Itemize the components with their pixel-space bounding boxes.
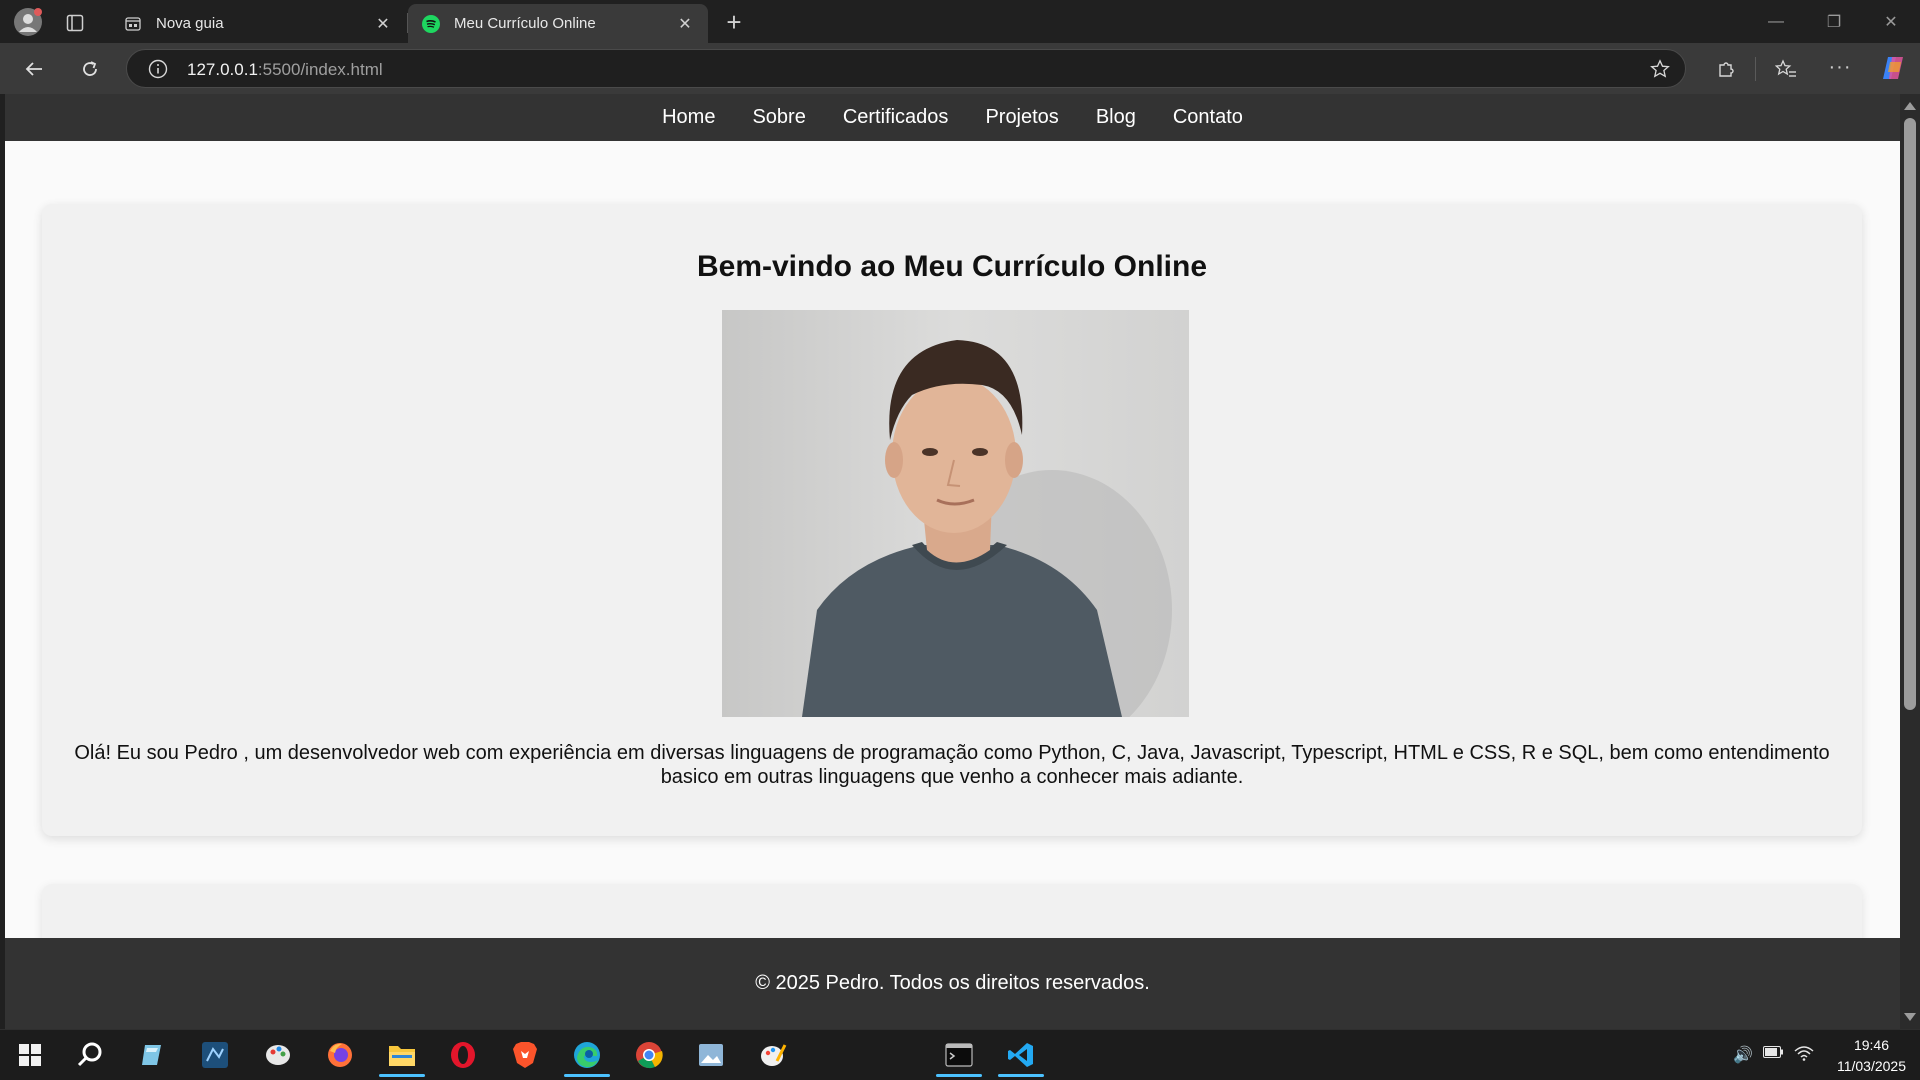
profile-avatar-icon[interactable] (12, 6, 44, 38)
notepad-icon[interactable] (127, 1033, 177, 1077)
edge-icon[interactable] (562, 1033, 612, 1077)
scroll-down-arrow-icon[interactable] (1904, 1013, 1916, 1021)
vscode-icon[interactable] (996, 1033, 1046, 1077)
vertical-tabs-icon[interactable] (62, 10, 88, 36)
nav-link-sobre[interactable]: Sobre (752, 106, 805, 129)
close-window-icon[interactable]: ✕ (1862, 0, 1920, 43)
toolbar-divider (1755, 57, 1756, 81)
favorite-star-icon[interactable] (1649, 58, 1671, 80)
new-tab-plus-icon[interactable]: + (720, 7, 748, 37)
tab-label: Nova guia (156, 15, 224, 32)
windows-taskbar: 🔊 19:46 11/03/2025 (0, 1029, 1920, 1080)
volume-icon[interactable]: 🔊 (1733, 1045, 1753, 1065)
favorites-icon[interactable] (1772, 55, 1800, 83)
url-host: 127.0.0.1 (187, 60, 258, 79)
new-tab-page-icon (124, 15, 142, 33)
battery-icon[interactable] (1763, 1045, 1783, 1063)
close-tab-icon[interactable]: ✕ (674, 13, 696, 35)
brave-icon[interactable] (500, 1033, 550, 1077)
browser-tab-strip: Nova guia ✕ Meu Currículo Online ✕ + — ❐… (0, 0, 1920, 43)
minimize-icon[interactable]: — (1747, 0, 1805, 43)
site-navbar: Home Sobre Certificados Projetos Blog Co… (5, 94, 1900, 141)
clock-time: 19:46 (1853, 1037, 1889, 1053)
site-info-icon[interactable] (147, 58, 169, 80)
start-icon[interactable] (5, 1033, 55, 1077)
scroll-up-arrow-icon[interactable] (1904, 102, 1916, 110)
dev-app-icon[interactable] (190, 1033, 240, 1077)
tab-label: Meu Currículo Online (454, 15, 596, 32)
paint3d-icon[interactable] (748, 1033, 798, 1077)
nav-link-projetos[interactable]: Projetos (985, 106, 1058, 129)
nav-link-home[interactable]: Home (662, 106, 715, 129)
opera-icon[interactable] (438, 1033, 488, 1077)
tab-meu-curriculo[interactable]: Meu Currículo Online ✕ (408, 4, 708, 43)
page-title: Bem-vindo ao Meu Currículo Online (696, 250, 1208, 283)
chrome-icon[interactable] (624, 1033, 674, 1077)
search-icon[interactable] (65, 1033, 115, 1077)
nav-link-certificados[interactable]: Certificados (843, 106, 949, 129)
welcome-section: Bem-vindo ao Meu Currículo Online Olá! E… (42, 204, 1862, 836)
extensions-icon[interactable] (1712, 55, 1740, 83)
terminal-icon[interactable] (934, 1033, 984, 1077)
more-menu-icon[interactable]: ··· (1826, 53, 1854, 81)
image-viewer-icon[interactable] (686, 1033, 736, 1077)
url-path: :5500/index.html (257, 60, 383, 79)
spotify-icon (422, 14, 440, 33)
restore-icon[interactable]: ❐ (1805, 0, 1863, 43)
scrollbar-thumb[interactable] (1904, 118, 1916, 710)
firefox-icon[interactable] (315, 1033, 365, 1077)
copilot-icon[interactable] (1878, 53, 1908, 83)
page-viewport: Home Sobre Certificados Projetos Blog Co… (5, 94, 1900, 1029)
nav-link-contato[interactable]: Contato (1173, 106, 1243, 129)
file-explorer-icon[interactable] (377, 1033, 427, 1077)
footer-copyright: © 2025 Pedro. Todos os direitos reservad… (755, 972, 1150, 994)
profile-photo (722, 310, 1189, 717)
browser-toolbar: 127.0.0.1:5500/index.html ··· (0, 43, 1920, 94)
tab-nova-guia[interactable]: Nova guia ✕ (110, 4, 406, 43)
back-arrow-icon[interactable] (20, 55, 48, 83)
site-footer: © 2025 Pedro. Todos os direitos reservad… (5, 938, 1900, 1029)
nav-link-blog[interactable]: Blog (1096, 106, 1136, 129)
paint-icon[interactable] (253, 1033, 303, 1077)
address-bar[interactable]: 127.0.0.1:5500/index.html (126, 49, 1686, 88)
reload-icon[interactable] (76, 55, 104, 83)
clock-date: 11/03/2025 (1836, 1058, 1906, 1074)
intro-paragraph: Olá! Eu sou Pedro , um desenvolvedor web… (74, 742, 1830, 788)
url-text: 127.0.0.1:5500/index.html (187, 60, 383, 80)
wifi-icon[interactable] (1794, 1045, 1814, 1066)
system-clock[interactable]: 19:46 11/03/2025 (1837, 1035, 1906, 1077)
close-tab-icon[interactable]: ✕ (372, 13, 394, 35)
